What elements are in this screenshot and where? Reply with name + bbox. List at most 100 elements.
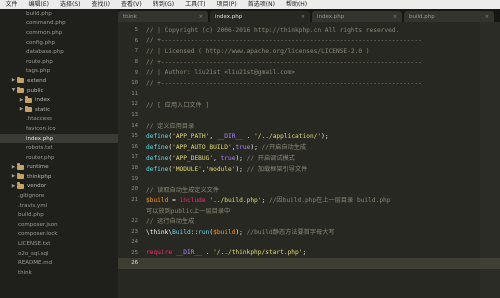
code-token: $build	[213, 229, 236, 237]
chevron-down-icon[interactable]: ▼	[10, 88, 17, 93]
code-text: define('MODULE','module'); // 加载框架引导文件	[146, 164, 307, 173]
sidebar-file[interactable]: config.php	[0, 38, 118, 48]
line-number: 19	[131, 175, 138, 182]
sidebar-file[interactable]: favicon.ico	[0, 124, 118, 134]
tab-think[interactable]: think ×	[118, 11, 208, 22]
menu-item[interactable]: 选择(S)	[55, 0, 87, 9]
close-icon[interactable]: ×	[485, 14, 489, 20]
code-line[interactable]: 23 \think\Build::run($build); //build静态方法…	[118, 226, 500, 237]
tab-build-php[interactable]: build.php ×	[404, 11, 494, 22]
sidebar-file[interactable]: composer.lock	[0, 230, 118, 240]
menu-item[interactable]: 编辑(E)	[23, 0, 54, 9]
tab-index-php[interactable]: index.php ×	[312, 11, 402, 22]
code-text: \think\Build::run($build); //build静态方法要首…	[146, 227, 335, 236]
tree-item-label: static	[35, 106, 51, 113]
tab-label: index.php	[215, 13, 243, 20]
sidebar-file[interactable]: composer.json	[0, 220, 118, 230]
code-text: // [ 应用入口文件 ]	[146, 100, 209, 109]
close-icon[interactable]: ×	[199, 14, 203, 20]
code-line[interactable]: 5 // | Copyright (c) 2006-2016 http://thi…	[118, 25, 500, 36]
menu-item[interactable]: 项目(P)	[211, 0, 242, 9]
sidebar-folder[interactable]: ▶ extend	[0, 76, 118, 86]
code-line[interactable]: 20 // 读取自动生成定义文件	[118, 184, 500, 195]
line-number: 8	[134, 59, 138, 66]
sidebar-file[interactable]: think	[0, 268, 118, 278]
sidebar-file[interactable]: command.php	[0, 19, 118, 29]
tree-item-label: runtime	[27, 164, 49, 171]
tree-item-label: .htaccess	[26, 116, 52, 123]
sidebar-folder[interactable]: ▶ thinkphp	[0, 172, 118, 182]
menu-item[interactable]: 帮助(H)	[280, 0, 312, 9]
chevron-right-icon[interactable]: ▶	[10, 165, 17, 170]
sidebar-file[interactable]: .travis.yml	[0, 201, 118, 211]
menu-item[interactable]: 工具(T)	[180, 0, 211, 9]
sidebar-folder[interactable]: ▶ index	[0, 95, 118, 105]
sidebar-folder[interactable]: ▼ public	[0, 86, 118, 96]
sidebar-file[interactable]: tags.php	[0, 67, 118, 77]
sidebar-folder[interactable]: ▶ runtime	[0, 163, 118, 173]
sidebar-file[interactable]: route.php	[0, 57, 118, 67]
code-line[interactable]: 14 // 定义应用目录	[118, 120, 500, 131]
sidebar-file[interactable]: common.php	[0, 28, 118, 38]
minimap[interactable]	[480, 22, 500, 298]
sidebar-file[interactable]: router.php	[0, 153, 118, 163]
code-token: '/../thinkphp/start.php'	[213, 249, 303, 257]
code-line[interactable]: 18 define('MODULE','module'); // 加载框架引导文件	[118, 163, 500, 174]
sidebar-file[interactable]: README.md	[0, 258, 118, 268]
code-line[interactable]: 21 $build = include '../build.php'; //因bu…	[118, 195, 500, 206]
tree-item-label: database.php	[26, 49, 64, 56]
tree-item-label: build.php	[18, 212, 44, 219]
code-line[interactable]: 26	[118, 258, 500, 269]
sidebar-folder[interactable]: ▶ static	[0, 105, 118, 115]
chevron-right-icon[interactable]: ▶	[10, 174, 17, 179]
tab-index-php[interactable]: index.php ×	[210, 11, 310, 22]
sidebar-folder[interactable]: ▶ vendor	[0, 182, 118, 192]
code-token: =	[168, 197, 180, 205]
code-line[interactable]: 16 define('APP_AUTO_BUILD',true); //开启自动生…	[118, 142, 500, 153]
menu-item[interactable]: 查找(I)	[86, 0, 115, 9]
code-line[interactable]: 可以放到public上一层目录中	[118, 205, 500, 216]
code-text: // 定义应用目录	[146, 121, 194, 130]
close-icon[interactable]: ×	[301, 14, 305, 20]
chevron-right-icon[interactable]: ▶	[18, 107, 25, 112]
code-token: true	[235, 144, 251, 152]
sidebar-file[interactable]: database.php	[0, 47, 118, 57]
tree-item-label: o2o_sql.sql	[18, 250, 49, 257]
chevron-right-icon[interactable]: ▶	[10, 78, 17, 83]
code-line[interactable]: 25 require __DIR__ . '/../thinkphp/start.…	[118, 247, 500, 258]
code-line[interactable]: 9 // | Author: liu21st <liu21st@gmail.com…	[118, 67, 500, 78]
code-line[interactable]: 11	[118, 89, 500, 100]
sidebar-file[interactable]: build.php	[0, 210, 118, 220]
code-line[interactable]: 19	[118, 173, 500, 184]
code-line[interactable]: 15 define('APP_PATH', __DIR__ . '/../appl…	[118, 131, 500, 142]
sidebar-file[interactable]: index.php	[0, 133, 118, 144]
code-line[interactable]: 6 // +-----------------------------------…	[118, 36, 500, 47]
code-token: ;	[261, 197, 269, 205]
code-line[interactable]: 24	[118, 237, 500, 248]
code-line[interactable]: 17 define('APP_DEBUG', true); // 开启调试模式	[118, 152, 500, 163]
sidebar-file[interactable]: LICENSE.txt	[0, 239, 118, 249]
sidebar-file[interactable]: build.php	[0, 9, 118, 19]
chevron-right-icon[interactable]: ▶	[10, 184, 17, 189]
code-line[interactable]: 12 // [ 应用入口文件 ]	[118, 99, 500, 110]
code-line[interactable]: 13	[118, 110, 500, 121]
menu-item[interactable]: 查看(V)	[115, 0, 147, 9]
sidebar-file[interactable]: .gitignore	[0, 191, 118, 201]
tree-item-label: thinkphp	[27, 173, 52, 180]
sidebar-file[interactable]: o2o_sql.sql	[0, 249, 118, 259]
code-text: // 运行自动生成	[146, 216, 194, 225]
sidebar-file[interactable]: robots.txt	[0, 143, 118, 153]
code-text: // | Copyright (c) 2006-2016 http://thin…	[146, 27, 399, 34]
close-icon[interactable]: ×	[393, 14, 397, 20]
chevron-right-icon[interactable]: ▶	[18, 98, 25, 103]
menu-item[interactable]: 首选项(N)	[242, 0, 280, 9]
code-line[interactable]: 7 // | Licensed ( http://www.apache.org/l…	[118, 46, 500, 57]
menu-item[interactable]: 文件	[0, 0, 23, 9]
menu-item[interactable]: 转到(G)	[147, 0, 179, 9]
sidebar-file[interactable]: .htaccess	[0, 115, 118, 125]
code-line[interactable]: 22 // 运行自动生成	[118, 216, 500, 227]
tree-item-label: route.php	[26, 58, 53, 65]
code-line[interactable]: 8 // +-----------------------------------…	[118, 57, 500, 68]
code-line[interactable]: 10 // +----------------------------------…	[118, 78, 500, 89]
code-editor[interactable]: 5 // | Copyright (c) 2006-2016 http://thi…	[118, 22, 500, 298]
